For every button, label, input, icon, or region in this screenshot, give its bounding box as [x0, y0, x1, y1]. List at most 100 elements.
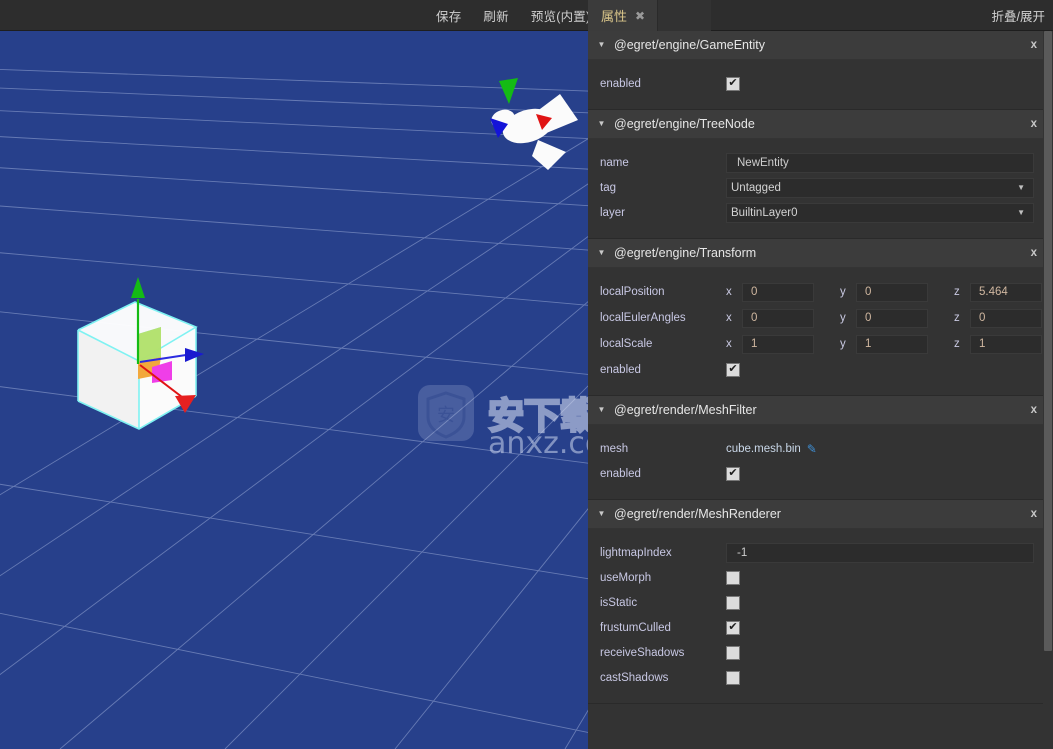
vector3-row: localPosition x 0 y 0 z 5.464	[588, 279, 1053, 305]
text-input-lightmapIndex[interactable]: -1	[726, 542, 1034, 563]
axis-z-label: z	[954, 312, 960, 324]
component-title: @egret/engine/TreeNode	[614, 117, 755, 131]
inspector-scrollbar[interactable]	[1043, 31, 1053, 749]
field-label: frustumCulled	[600, 621, 671, 634]
field-label: receiveShadows	[600, 646, 685, 659]
checkbox-frustumCulled[interactable]	[726, 620, 740, 635]
save-button-label: 保存	[436, 9, 462, 24]
checkbox-enabled[interactable]	[726, 76, 740, 91]
field-label: tag	[600, 181, 616, 194]
vector3-row: localScale x 1 y 1 z 1	[588, 331, 1053, 357]
chevron-down-icon[interactable]: ▼	[588, 406, 610, 414]
property-row: layer BuiltinLayer0 ▼	[588, 200, 1053, 225]
inspector-component: ▼ @egret/render/MeshRenderer x lightmapInde…	[588, 500, 1053, 704]
inspector-scroll-content: ▼ @egret/engine/GameEntity x enabled ▼ @egret…	[588, 31, 1053, 704]
field-label: useMorph	[600, 571, 652, 584]
inspector-panel[interactable]: ▼ @egret/engine/GameEntity x enabled ▼ @egret…	[588, 31, 1053, 749]
property-row: tag Untagged ▼	[588, 175, 1053, 200]
field-label: castShadows	[600, 671, 669, 684]
inspector-scrollbar-thumb[interactable]	[1044, 31, 1052, 651]
field-x-input[interactable]: 0	[742, 282, 814, 302]
field-label: mesh	[600, 442, 629, 455]
field-z-input[interactable]: 1	[970, 334, 1042, 354]
chevron-down-icon[interactable]: ▼	[588, 120, 610, 128]
save-button[interactable]: 保存	[425, 0, 472, 30]
scene-canvas[interactable]	[0, 31, 588, 749]
editor-window: 保存 刷新 预览(内置)>>> 属性 ✖ 折叠/展开	[0, 0, 1053, 749]
field-label: enabled	[600, 77, 641, 90]
component-header[interactable]: ▼ @egret/engine/TreeNode x	[588, 110, 1053, 139]
axis-x-label: x	[726, 312, 732, 324]
dropdown-tag[interactable]: Untagged ▼	[726, 177, 1034, 198]
text-input-name[interactable]: NewEntity	[726, 152, 1034, 173]
field-y-input[interactable]: 0	[856, 308, 928, 328]
component-header[interactable]: ▼ @egret/render/MeshRenderer x	[588, 500, 1053, 529]
field-label: localPosition	[600, 286, 665, 298]
remove-component-icon[interactable]: x	[1031, 404, 1037, 416]
component-title: @egret/engine/GameEntity	[614, 38, 765, 52]
component-header[interactable]: ▼ @egret/engine/GameEntity x	[588, 31, 1053, 60]
property-row: castShadows	[588, 665, 1053, 690]
pencil-icon[interactable]: ✎	[807, 442, 817, 456]
component-title: @egret/render/MeshFilter	[614, 403, 757, 417]
axis-x-label: x	[726, 286, 732, 298]
property-row: enabled	[588, 461, 1053, 486]
dropdown-value: Untagged	[731, 181, 781, 194]
component-title: @egret/engine/Transform	[614, 246, 757, 260]
inspector-component: ▼ @egret/engine/TreeNode x name NewEntity tag…	[588, 110, 1053, 239]
chevron-down-icon[interactable]: ▼	[588, 41, 610, 49]
mesh-asset-value[interactable]: cube.mesh.bin ✎	[726, 442, 817, 456]
inspector-component: ▼ @egret/engine/GameEntity x enabled	[588, 31, 1053, 110]
refresh-button-label: 刷新	[483, 9, 509, 24]
component-body: mesh cube.mesh.bin ✎ enabled	[588, 425, 1053, 499]
scene-viewport[interactable]: 安 安下载 anxz.com	[0, 31, 588, 749]
remove-component-icon[interactable]: x	[1031, 39, 1037, 51]
field-label: localScale	[600, 338, 653, 350]
field-label: enabled	[600, 363, 641, 376]
mesh-asset-name: cube.mesh.bin	[726, 442, 801, 455]
remove-component-icon[interactable]: x	[1031, 508, 1037, 520]
component-header[interactable]: ▼ @egret/render/MeshFilter x	[588, 396, 1053, 425]
checkbox-receiveShadows[interactable]	[726, 645, 740, 660]
field-z-input[interactable]: 5.464	[970, 282, 1042, 302]
collapse-expand-label: 折叠/展开	[991, 9, 1045, 24]
component-header[interactable]: ▼ @egret/engine/Transform x	[588, 239, 1053, 268]
dropdown-value: BuiltinLayer0	[731, 206, 798, 219]
chevron-down-icon[interactable]: ▼	[588, 510, 610, 518]
remove-component-icon[interactable]: x	[1031, 247, 1037, 259]
property-row: frustumCulled	[588, 615, 1053, 640]
field-label: localEulerAngles	[600, 312, 686, 324]
checkbox-useMorph[interactable]	[726, 570, 740, 585]
field-label: name	[600, 156, 629, 169]
tab-properties[interactable]: 属性 ✖	[588, 0, 659, 31]
field-y-input[interactable]: 0	[856, 282, 928, 302]
field-x-input[interactable]: 1	[742, 334, 814, 354]
axis-y-label: y	[840, 286, 846, 298]
tabstrip: 属性 ✖	[588, 0, 712, 31]
property-row: enabled	[588, 357, 1053, 382]
property-row: enabled	[588, 71, 1053, 96]
inspector-component: ▼ @egret/engine/Transform x localPosition x 0…	[588, 239, 1053, 396]
checkbox-enabled[interactable]	[726, 466, 740, 481]
axis-x-label: x	[726, 338, 732, 350]
field-label: isStatic	[600, 596, 638, 609]
top-toolbar: 保存 刷新 预览(内置)>>> 属性 ✖ 折叠/展开	[0, 0, 1053, 31]
checkbox-isStatic[interactable]	[726, 595, 740, 610]
axis-y-label: y	[840, 312, 846, 324]
field-label: lightmapIndex	[600, 546, 672, 559]
component-body: lightmapIndex -1 useMorph isStatic frustumCu…	[588, 529, 1053, 703]
checkbox-castShadows[interactable]	[726, 670, 740, 685]
remove-component-icon[interactable]: x	[1031, 118, 1037, 130]
dropdown-layer[interactable]: BuiltinLayer0 ▼	[726, 202, 1034, 223]
field-label: layer	[600, 206, 625, 219]
field-label: enabled	[600, 467, 641, 480]
collapse-expand-button[interactable]: 折叠/展开	[984, 0, 1053, 30]
field-x-input[interactable]: 0	[742, 308, 814, 328]
checkbox-enabled[interactable]	[726, 362, 740, 377]
property-row: useMorph	[588, 565, 1053, 590]
field-y-input[interactable]: 1	[856, 334, 928, 354]
refresh-button[interactable]: 刷新	[472, 0, 519, 30]
chevron-down-icon[interactable]: ▼	[588, 249, 610, 257]
field-z-input[interactable]: 0	[970, 308, 1042, 328]
close-icon[interactable]: ✖	[635, 9, 645, 23]
